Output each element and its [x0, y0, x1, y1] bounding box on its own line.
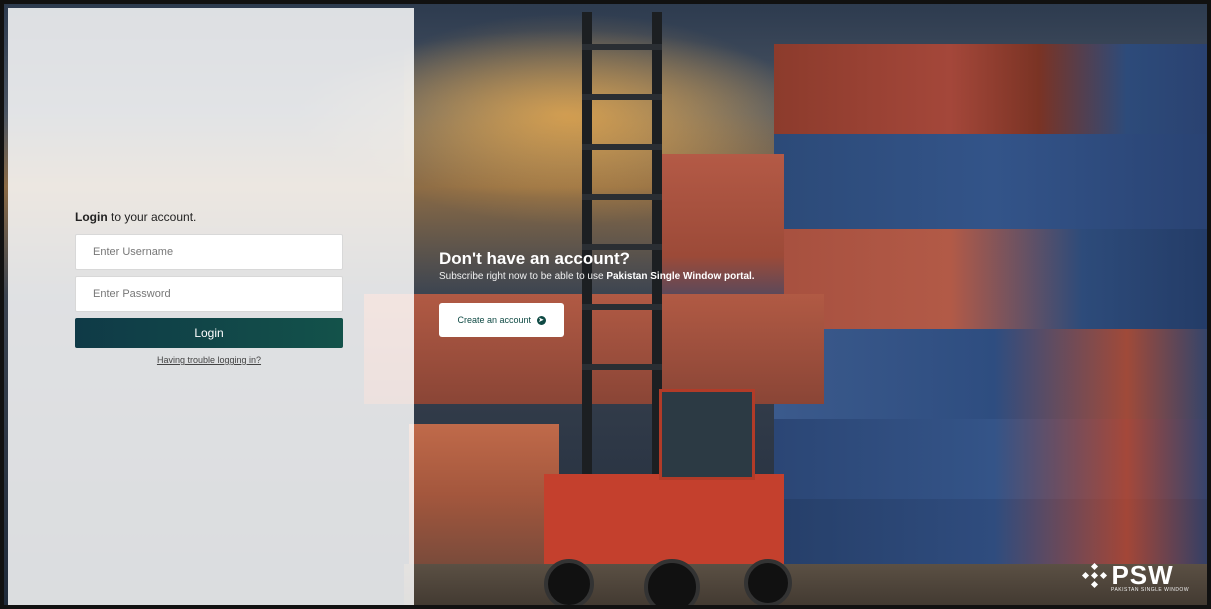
- create-account-button[interactable]: Create an account ➤: [439, 303, 564, 337]
- container-stack: [774, 44, 1207, 574]
- username-input[interactable]: Enter Username: [75, 234, 343, 270]
- create-account-label: Create an account: [457, 315, 532, 325]
- psw-logo: PSW PAKISTAN SINGLE WINDOW: [1081, 560, 1190, 593]
- logo-subtitle: PAKISTAN SINGLE WINDOW: [1111, 587, 1190, 593]
- forklift-body: [544, 474, 784, 564]
- arrow-right-circle-icon: ➤: [536, 316, 546, 326]
- password-input[interactable]: Enter Password: [75, 276, 343, 312]
- login-title: Login to your account.: [75, 210, 197, 224]
- signup-promo: Don't have an account? Subscribe right n…: [439, 249, 755, 282]
- trouble-logging-in-link[interactable]: Having trouble logging in?: [75, 355, 343, 365]
- signup-heading: Don't have an account?: [439, 249, 631, 268]
- psw-logo-mark-icon: [1081, 562, 1108, 588]
- login-button[interactable]: Login: [75, 318, 343, 348]
- login-form: Login to your account. Enter Username En…: [75, 210, 343, 365]
- signup-subtitle: Subscribe right now to be able to use Pa…: [439, 271, 755, 282]
